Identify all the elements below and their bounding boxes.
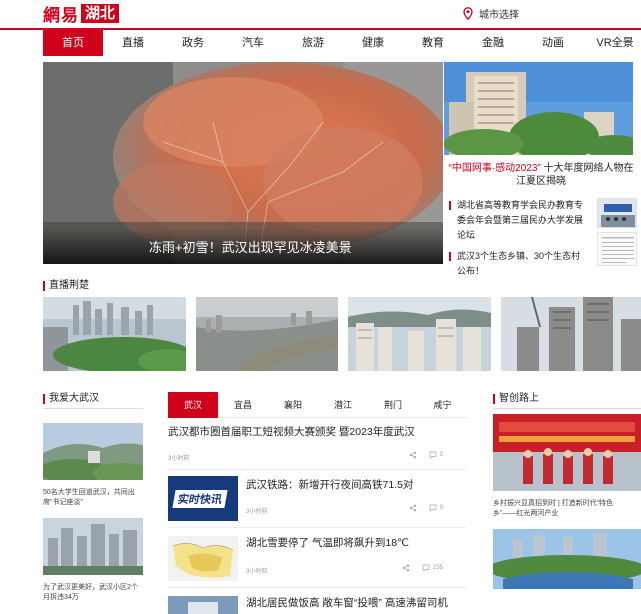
hero-caption-bar: 冻雨+初雪！武汉出现罕见冰凌美景	[43, 228, 443, 264]
side-news-doc-thumb[interactable]	[597, 232, 637, 266]
hero-banner[interactable]: 冻雨+初雪！武汉出现罕见冰凌美景	[43, 62, 443, 264]
news-title[interactable]: 湖北居民做饭高 敞车窗“投喂” 高速沸留司机	[246, 596, 466, 610]
comment-icon	[422, 564, 430, 572]
nav-item-education[interactable]: 教育	[413, 30, 453, 56]
news-title[interactable]: 武汉都市圈首届职工短视频大赛颁奖 暨2023年度武汉	[168, 425, 467, 439]
love-wuhan-thumb[interactable]	[43, 423, 143, 480]
section-title-live[interactable]: 直播荆楚	[43, 280, 89, 292]
tab-jingmen[interactable]: 荆门	[368, 392, 418, 418]
live-thumb[interactable]	[196, 297, 338, 371]
love-wuhan-caption[interactable]: 50名大学生回道武汉，共同出席“书记座谈”	[43, 488, 143, 508]
nav-item-home[interactable]: 首页	[43, 30, 103, 56]
hero-caption[interactable]: 冻雨+初雪！武汉出现罕见冰凌美景	[149, 237, 352, 256]
news-time: 3小时前	[246, 569, 268, 575]
location-pin-icon	[463, 7, 473, 20]
tab-xianning[interactable]: 咸宁	[418, 392, 467, 418]
nav-item-live[interactable]: 直播	[113, 30, 153, 56]
news-actions: 0	[409, 451, 443, 459]
news-item[interactable]: 湖北居民做饭高 敞车窗“投喂” 高速沸留司机	[168, 588, 467, 614]
on-the-way-thumb[interactable]	[493, 414, 641, 491]
love-wuhan-list: 50名大学生回道武汉，共同出席“书记座谈” 为了武汉更美好，武汉小区2个月拆违3…	[43, 408, 143, 613]
city-selector-label: 城市选择	[479, 10, 519, 21]
comment-count[interactable]: 155	[422, 564, 443, 572]
logo-main-text: 網易	[43, 5, 79, 26]
nav-item-animation[interactable]: 动画	[533, 30, 573, 56]
side-feature-image[interactable]	[444, 62, 633, 155]
tab-wuhan[interactable]: 武汉	[168, 392, 218, 418]
news-actions: 0	[409, 504, 443, 512]
on-the-way-list: 乡村振兴显真招到时 | 打造新时代“特色乡”——红光两河产业	[493, 408, 641, 589]
on-the-way-caption[interactable]: 乡村振兴显真招到时 | 打造新时代“特色乡”——红光两河产业	[493, 499, 636, 519]
site-header: 網易 湖北 城市选择	[0, 0, 641, 28]
comment-icon	[429, 451, 437, 459]
news-item[interactable]: 武汉都市圈首届职工短视频大赛颁奖 暨2023年度武汉 3小时前 0	[168, 425, 467, 470]
news-title[interactable]: 武汉铁路：新增开行夜间高铁71.5对	[246, 478, 466, 492]
section-title-on-the-way[interactable]: 智创路上	[493, 393, 539, 405]
share-icon[interactable]	[409, 451, 417, 459]
tab-qianjiang[interactable]: 潜江	[318, 392, 368, 418]
side-feature-title-prefix: “中国网事·感动2023”	[448, 163, 541, 174]
side-news-list: 湖北省高等教育学会民办教育专委会年会暨第三届民办大学发展论坛 武汉3个生态乡镇、…	[449, 198, 589, 285]
comment-count[interactable]: 0	[429, 504, 443, 512]
nav-item-vr[interactable]: VR全景	[593, 30, 637, 56]
nav-item-auto[interactable]: 汽车	[233, 30, 273, 56]
news-thumb[interactable]	[168, 536, 238, 581]
side-feature-title[interactable]: “中国网事·感动2023” 十大年度网络人物在江夏区揭晓	[446, 162, 636, 188]
share-icon[interactable]	[402, 564, 410, 572]
comment-icon	[429, 504, 437, 512]
logo-region-text: 湖北	[81, 3, 120, 23]
news-thumb-label: 实时快讯	[172, 490, 228, 508]
love-wuhan-caption[interactable]: 为了武汉更美好，武汉小区2个月拆违34万	[43, 583, 143, 603]
news-item[interactable]: 湖北雪要停了 气温即将飙升到18℃ 3小时前 155	[168, 528, 467, 588]
main-nav: 首页 直播 政务 汽车 旅游 健康 教育 金融 动画 VR全景	[0, 28, 641, 56]
tab-xiangyang[interactable]: 襄阳	[268, 392, 318, 418]
nav-item-travel[interactable]: 旅游	[293, 30, 333, 56]
live-thumb[interactable]	[43, 297, 186, 371]
nav-item-finance[interactable]: 金融	[473, 30, 513, 56]
comment-count-value: 0	[439, 452, 443, 458]
love-wuhan-thumb[interactable]	[43, 518, 143, 575]
comment-count[interactable]: 0	[429, 451, 443, 459]
nav-item-government[interactable]: 政务	[173, 30, 213, 56]
live-thumb[interactable]	[501, 297, 641, 371]
nav-item-health[interactable]: 健康	[353, 30, 393, 56]
news-time: 3小时前	[168, 456, 190, 462]
comment-count-value: 155	[432, 565, 443, 571]
site-logo[interactable]: 網易 湖北	[43, 3, 120, 26]
news-actions: 155	[402, 564, 443, 572]
city-tabs: 武汉 宜昌 襄阳 潜江 荆门 咸宁	[168, 392, 467, 418]
news-thumb[interactable]	[168, 596, 238, 614]
news-item[interactable]: 实时快讯 武汉铁路：新增开行夜间高铁71.5对 3小时前 0	[168, 470, 467, 528]
news-time: 3小时前	[246, 509, 268, 515]
side-news-item[interactable]: 湖北省高等教育学会民办教育专委会年会暨第三届民办大学发展论坛	[449, 198, 589, 243]
live-thumb[interactable]	[348, 297, 491, 371]
news-thumb[interactable]: 实时快讯	[168, 476, 238, 521]
on-the-way-thumb[interactable]	[493, 529, 641, 589]
tab-yichang[interactable]: 宜昌	[218, 392, 268, 418]
news-title[interactable]: 湖北雪要停了 气温即将飙升到18℃	[246, 536, 466, 550]
side-news-thumb[interactable]	[597, 198, 637, 228]
comment-count-value: 0	[439, 505, 443, 511]
share-icon[interactable]	[409, 504, 417, 512]
city-selector[interactable]: 城市选择	[463, 6, 519, 21]
section-title-love-wuhan[interactable]: 我爱大武汉	[43, 393, 99, 405]
side-news-item[interactable]: 武汉3个生态乡镇、30个生态村公布！	[449, 249, 589, 279]
